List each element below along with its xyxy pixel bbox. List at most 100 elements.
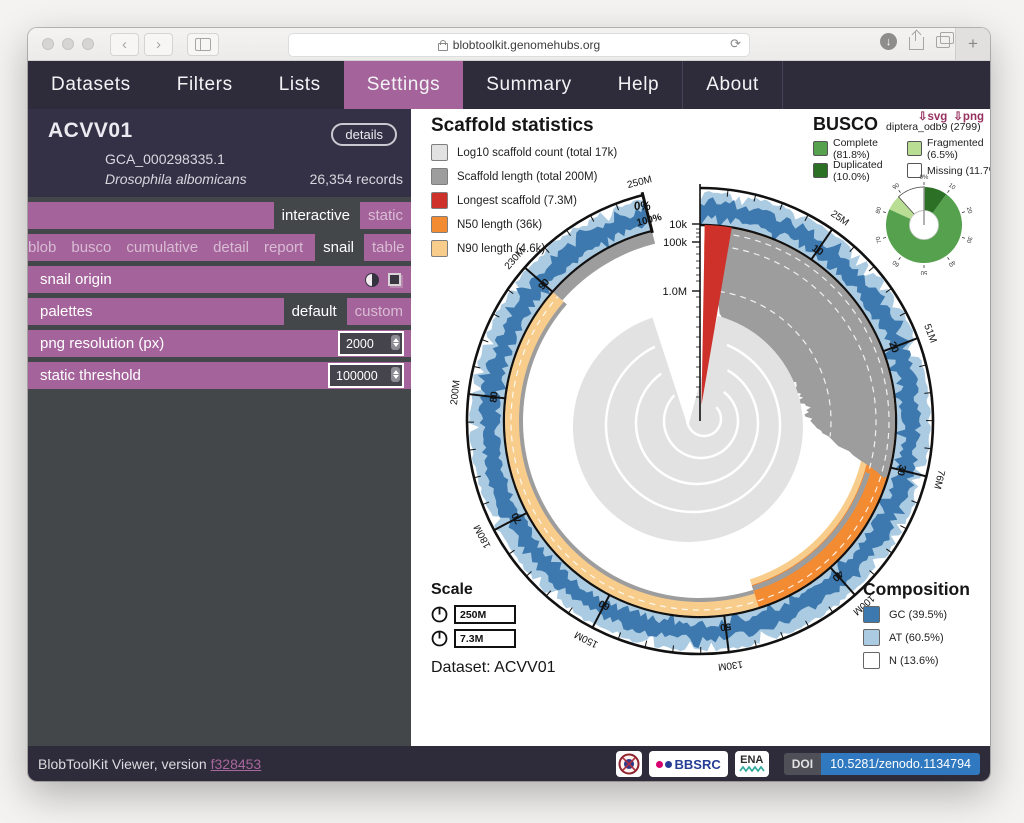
- downloads-button[interactable]: ↓: [880, 33, 897, 50]
- view-table[interactable]: table: [364, 234, 413, 261]
- nav-help[interactable]: Help: [595, 61, 682, 109]
- nav-summary[interactable]: Summary: [463, 61, 595, 109]
- nav-datasets[interactable]: Datasets: [28, 61, 154, 109]
- dataset-id: ACVV01: [48, 119, 133, 143]
- palette-default[interactable]: default: [284, 298, 345, 325]
- svg-text:250M: 250M: [626, 174, 653, 191]
- back-button[interactable]: ‹: [110, 33, 139, 56]
- svg-text:80: 80: [488, 390, 500, 403]
- svg-text:200M: 200M: [449, 380, 463, 406]
- share-button[interactable]: [909, 37, 924, 50]
- ena-logo[interactable]: ENA: [735, 751, 769, 777]
- nav-separator: [782, 61, 783, 109]
- doi-link[interactable]: 10.5281/zenodo.1134794: [821, 753, 980, 775]
- stepper-icon[interactable]: [391, 367, 400, 382]
- view-snail[interactable]: snail: [315, 234, 362, 261]
- new-tab-button[interactable]: +: [955, 28, 990, 60]
- contrast-icon[interactable]: [365, 273, 379, 287]
- browser-window: ‹ › blobtoolkit.genomehubs.org ⟳ ↓ + Dat…: [28, 28, 990, 781]
- dataset-accession: GCA_000298335.1: [105, 151, 225, 167]
- footer-version-text: BlobToolKit Viewer, version: [38, 756, 207, 772]
- radius-scale-icon[interactable]: [431, 630, 448, 647]
- sidebar-icon: [195, 38, 211, 51]
- svg-text:10k: 10k: [669, 219, 687, 231]
- snail-plot-panel: Scaffold statistics Log10 scaffold count…: [411, 109, 990, 746]
- static-threshold-row: static threshold 100000: [28, 362, 411, 389]
- view-blob[interactable]: blob: [28, 239, 56, 256]
- dataset-card: ACVV01 details GCA_000298335.1 Drosophil…: [28, 109, 411, 197]
- png-resolution-row: png resolution (px) 2000: [28, 330, 411, 357]
- dataset-record-count: 26,354 records: [310, 171, 403, 187]
- gc-swatch: [863, 606, 880, 623]
- version-link[interactable]: f328453: [211, 756, 262, 772]
- svg-text:130M: 130M: [717, 658, 743, 672]
- radius-scale-input[interactable]: 7.3M: [454, 629, 516, 648]
- view-detail[interactable]: detail: [213, 239, 249, 256]
- palettes-row: palettes default custom: [28, 298, 411, 325]
- legend-item: GC (39.5%): [863, 606, 970, 623]
- svg-text:100k: 100k: [663, 237, 687, 249]
- circumference-scale-icon[interactable]: [431, 606, 448, 623]
- at-swatch: [863, 629, 880, 646]
- app-footer: BlobToolKit Viewer, version f328453 BBSR…: [28, 746, 990, 781]
- settings-sidebar: ACVV01 details GCA_000298335.1 Drosophil…: [28, 109, 411, 746]
- view-busco[interactable]: busco: [71, 239, 111, 256]
- legend-item: AT (60.5%): [863, 629, 970, 646]
- address-bar[interactable]: blobtoolkit.genomehubs.org ⟳: [288, 33, 750, 57]
- dataset-species: Drosophila albomicans: [105, 171, 247, 187]
- palettes-label: palettes: [28, 298, 284, 325]
- nav-lists[interactable]: Lists: [256, 61, 344, 109]
- svg-text:150M: 150M: [573, 628, 600, 649]
- composition-title: Composition: [863, 579, 970, 600]
- traffic-lights[interactable]: [42, 38, 94, 50]
- minimize-window-icon[interactable]: [62, 38, 74, 50]
- zoom-window-icon[interactable]: [82, 38, 94, 50]
- crest-icon: [618, 753, 640, 775]
- doi-badge: DOI 10.5281/zenodo.1134794: [784, 753, 980, 775]
- bbsrc-dot-icon: [656, 761, 663, 768]
- bbsrc-dot-icon: [665, 761, 672, 768]
- url-text: blobtoolkit.genomehubs.org: [453, 38, 600, 52]
- svg-text:180M: 180M: [472, 523, 493, 550]
- details-button[interactable]: details: [331, 123, 397, 146]
- forward-button[interactable]: ›: [144, 33, 173, 56]
- scale-title: Scale: [431, 581, 516, 599]
- browser-chrome: ‹ › blobtoolkit.genomehubs.org ⟳ ↓ +: [28, 28, 990, 61]
- n-swatch: [863, 652, 880, 669]
- doi-label: DOI: [784, 753, 821, 775]
- svg-text:25M: 25M: [828, 209, 850, 229]
- palette-custom[interactable]: custom: [347, 298, 411, 325]
- nav-settings[interactable]: Settings: [344, 61, 463, 109]
- png-resolution-label: png resolution (px): [28, 335, 338, 352]
- png-resolution-value: 2000: [346, 337, 374, 351]
- view-cumulative[interactable]: cumulative: [126, 239, 198, 256]
- svg-text:51M: 51M: [921, 322, 938, 344]
- display-mode-interactive[interactable]: interactive: [274, 202, 358, 229]
- app-navbar: Datasets Filters Lists Settings Summary …: [28, 61, 990, 109]
- static-threshold-label: static threshold: [28, 367, 328, 384]
- nav-about[interactable]: About: [683, 61, 782, 109]
- tabs-overview-button[interactable]: [936, 36, 950, 48]
- circumference-scale-input[interactable]: 250M: [454, 605, 516, 624]
- view-report[interactable]: report: [264, 239, 303, 256]
- display-mode-bar: [28, 202, 274, 229]
- sidebar-toggle-button[interactable]: [187, 33, 219, 56]
- scale-block: Scale 250M 7.3M: [431, 581, 516, 648]
- stepper-icon[interactable]: [391, 335, 400, 350]
- static-threshold-input[interactable]: 100000: [328, 363, 404, 388]
- dataset-label: Dataset: ACVV01: [431, 659, 556, 677]
- lock-icon: [438, 43, 448, 51]
- snail-origin-row: snail origin: [28, 266, 411, 293]
- static-threshold-value: 100000: [336, 369, 378, 383]
- close-window-icon[interactable]: [42, 38, 54, 50]
- legend-item: N (13.6%): [863, 652, 970, 669]
- sanger-logo[interactable]: [616, 751, 642, 777]
- refresh-icon[interactable]: ⟳: [730, 36, 741, 52]
- display-mode-static[interactable]: static: [360, 202, 411, 229]
- png-resolution-input[interactable]: 2000: [338, 331, 404, 356]
- origin-square-icon[interactable]: [388, 273, 401, 286]
- view-selector-row: blob busco cumulative detail report snai…: [28, 234, 411, 261]
- bbsrc-logo[interactable]: BBSRC: [649, 751, 728, 777]
- svg-text:76M: 76M: [931, 469, 946, 491]
- nav-filters[interactable]: Filters: [154, 61, 256, 109]
